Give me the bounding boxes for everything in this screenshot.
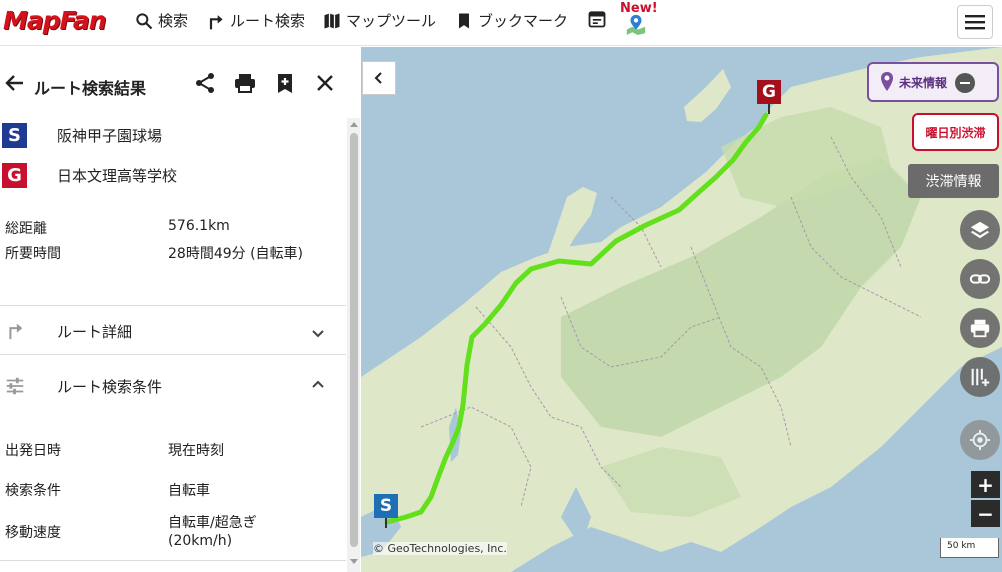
goal-point-row[interactable]: G 日本文理高等学校 [0, 160, 177, 190]
goal-marker-label: G [757, 80, 781, 104]
chevron-left-icon [374, 72, 382, 84]
nav-route-search[interactable]: ルート検索 [206, 10, 305, 31]
zoom-in-button[interactable]: + [971, 471, 1000, 498]
print-icon[interactable] [233, 71, 257, 95]
bookmark-add-icon[interactable] [273, 71, 297, 95]
collapse-panel-button[interactable] [362, 61, 396, 95]
layers-button[interactable] [960, 210, 1000, 250]
calendar-button[interactable] [587, 9, 611, 29]
goal-point-name: 日本文理高等学校 [57, 166, 178, 185]
map-copyright: © GeoTechnologies, Inc. [373, 542, 507, 555]
pin-icon [881, 72, 893, 91]
zoom-out-button[interactable]: − [971, 500, 1000, 527]
search-condition-value: 自転車 [168, 483, 210, 499]
current-location-button[interactable] [960, 420, 1000, 460]
divider [0, 560, 346, 561]
print-icon [970, 319, 990, 338]
goal-marker[interactable]: G [757, 80, 781, 116]
start-marker-label: S [374, 494, 398, 518]
distance-label: 総距離 [5, 221, 47, 237]
route-detail-section[interactable]: ルート詳細 [0, 306, 346, 354]
bookmark-icon [459, 13, 469, 28]
nav-map-tools-label: マップツール [346, 12, 437, 30]
menu-button[interactable] [957, 5, 993, 39]
back-arrow-icon[interactable] [3, 71, 27, 95]
start-marker-stem [385, 518, 387, 528]
share-icon[interactable] [193, 71, 217, 95]
start-point-row[interactable]: S 阪神甲子園球場 [0, 120, 162, 150]
map-view[interactable]: S G © GeoTechnologies, Inc. [361, 47, 1002, 572]
weekday-traffic-label: 曜日別渋滞 [925, 125, 986, 140]
nav-search[interactable]: 検索 [134, 10, 188, 31]
gps-target-icon [969, 429, 991, 451]
traffic-info-button[interactable]: 渋滞情報 [908, 164, 999, 198]
panel-title: ルート検索結果 [34, 79, 147, 98]
speed-value: 自転車/超急ぎ [168, 515, 257, 531]
distance-value: 576.1km [168, 218, 230, 234]
search-icon [136, 12, 153, 29]
nav-search-label: 検索 [158, 12, 189, 30]
map-scale-label: 50 km [947, 541, 976, 551]
nav-map-tools[interactable]: マップツール [322, 10, 436, 31]
chevron-up-icon [312, 380, 324, 388]
nav-bookmark[interactable]: ブックマーク [454, 10, 568, 31]
map-print-button[interactable] [960, 308, 1000, 348]
search-condition-label: 検索条件 [5, 483, 61, 499]
future-info-button[interactable]: 未来情報 [867, 62, 999, 102]
map-scale-bar: 50 km [940, 538, 999, 558]
route-detail-label: ルート詳細 [57, 323, 133, 341]
start-badge: S [2, 122, 27, 148]
start-point-name: 阪神甲子園球場 [57, 126, 163, 145]
duration-label: 所要時間 [5, 246, 61, 262]
tune-sliders-icon [6, 377, 24, 395]
close-icon[interactable] [313, 71, 337, 95]
goal-badge: G [2, 162, 27, 188]
scrollbar-thumb[interactable] [350, 133, 358, 547]
ruler-add-icon [971, 368, 990, 387]
layers-icon [970, 221, 990, 239]
route-conditions-section[interactable]: ルート検索条件 [0, 355, 346, 405]
future-info-label: 未来情報 [899, 75, 948, 90]
weekday-traffic-button[interactable]: 曜日別渋滞 [912, 113, 999, 151]
goal-marker-stem [768, 104, 770, 114]
start-marker[interactable]: S [374, 494, 398, 530]
new-feature-pin-button[interactable] [625, 13, 647, 35]
speed-value-kmh: (20km/h) [168, 533, 233, 549]
route-turn-icon [9, 323, 23, 340]
departure-time-label: 出発日時 [5, 443, 61, 459]
top-bar: MapFan 検索 ルート検索 マップツール ブックマーク New! [0, 0, 1002, 46]
nav-route-search-label: ルート検索 [230, 12, 306, 30]
map-icon [324, 13, 340, 28]
route-result-panel: ルート検索結果 S 阪神甲子園球場 G 日本文理高等学校 総距離 576.1km… [0, 47, 360, 572]
route-conditions-label: ルート検索条件 [57, 378, 163, 396]
route-turn-icon [209, 14, 223, 29]
calendar-icon [588, 11, 606, 28]
link-button[interactable] [960, 259, 1000, 299]
link-icon [969, 274, 991, 284]
traffic-info-label: 渋滞情報 [925, 174, 982, 190]
hamburger-menu-icon [965, 15, 985, 30]
location-pin-icon [626, 14, 646, 35]
scroll-down-arrow-icon[interactable] [349, 558, 359, 566]
nav-bookmark-label: ブックマーク [478, 12, 569, 30]
mapfan-logo[interactable]: MapFan [3, 6, 123, 35]
departure-time-value: 現在時刻 [168, 443, 224, 459]
speed-label: 移動速度 [5, 525, 61, 541]
duration-value: 28時間49分 (自転車) [168, 246, 304, 262]
minus-circle-icon[interactable] [955, 73, 975, 93]
map-canvas [361, 47, 1002, 572]
minus-bar [960, 82, 970, 84]
ruler-tool-button[interactable] [960, 357, 1000, 397]
scroll-up-arrow-icon[interactable] [349, 120, 359, 128]
chevron-down-icon [312, 330, 324, 338]
panel-header: ルート検索結果 [0, 47, 360, 113]
